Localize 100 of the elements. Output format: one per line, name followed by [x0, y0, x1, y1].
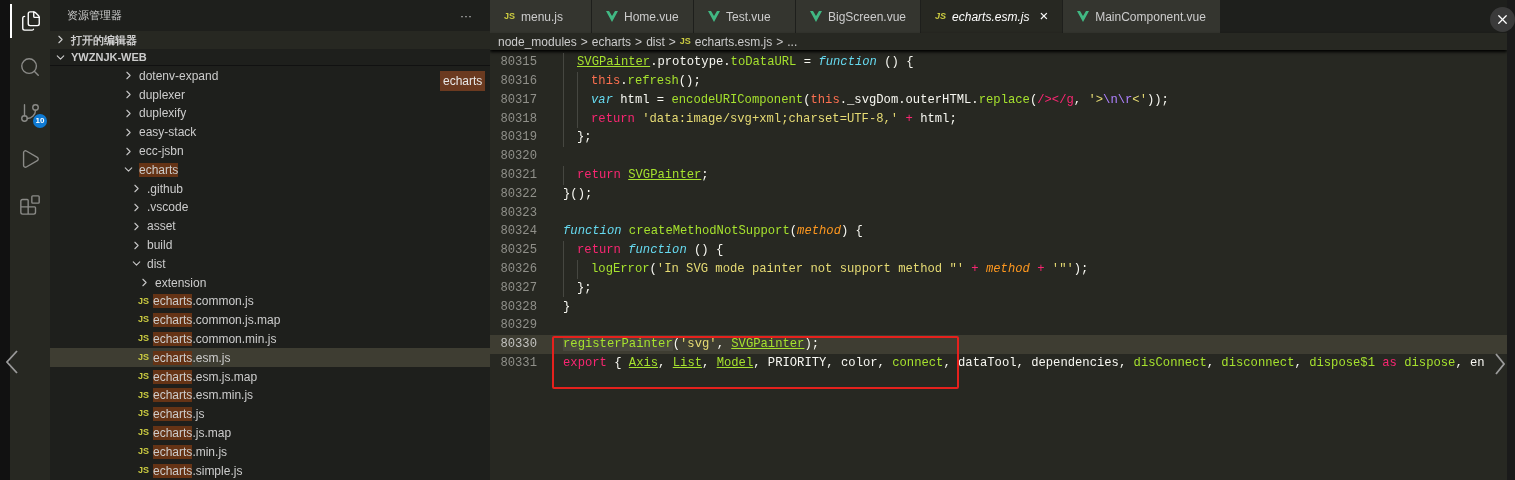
badge: 10	[33, 114, 47, 128]
folder-item[interactable]: .github	[50, 179, 192, 199]
js-file-icon: JS	[138, 313, 149, 327]
file-item[interactable]: JS echarts.common.js	[50, 292, 262, 311]
folder-item[interactable]: easy-stack	[50, 122, 205, 142]
files-icon	[20, 10, 42, 32]
scm-tab[interactable]: 10	[10, 96, 50, 130]
line-number: 80327	[499, 279, 538, 297]
line-number: 80331	[499, 355, 538, 372]
chevron-right-icon	[1495, 353, 1505, 375]
more-button[interactable]: ···	[460, 6, 472, 25]
close-icon	[1495, 12, 1510, 27]
code-line: }();	[563, 185, 593, 203]
breadcrumb-item[interactable]: ...	[787, 32, 798, 51]
folder-item[interactable]: build	[50, 235, 181, 255]
next-button[interactable]	[1495, 353, 1505, 375]
code-line: return SVGPainter;	[577, 167, 709, 185]
code-line: registerPainter('svg', SVGPainter);	[563, 336, 820, 354]
line-number: 80319	[499, 129, 538, 147]
editor-tab[interactable]: JS echarts.esm.js ×	[921, 0, 1064, 33]
line-number: 80315	[499, 54, 538, 72]
editor-tab[interactable]: JS menu.js	[490, 0, 592, 33]
code-line: }	[563, 298, 571, 316]
vue-icon	[606, 11, 618, 22]
js-file-icon: JS	[138, 369, 149, 384]
file-item[interactable]: JS echarts.js.map	[50, 423, 240, 443]
code-line: this.refresh();	[591, 73, 701, 91]
file-item[interactable]: JS echarts.esm.js	[50, 348, 490, 368]
editor-tab[interactable]: BigScreen.vue	[796, 0, 922, 33]
breadcrumb-separator: >	[668, 33, 676, 51]
breadcrumb-separator: >	[776, 33, 784, 51]
hover-tag: echarts	[440, 71, 486, 91]
line-number: 80328	[499, 298, 538, 316]
code-line: SVGPainter.prototype.toDataURL = function () {	[577, 54, 914, 72]
breadcrumb-item[interactable]: node_modules	[498, 32, 577, 51]
breadcrumb-separator: >	[635, 33, 643, 51]
folder-item[interactable]: duplexify	[50, 104, 195, 123]
line-number: 80322	[499, 185, 538, 203]
file-item[interactable]: JS echarts.esm.min.js	[50, 386, 262, 405]
explorer-title: 资源管理器	[67, 8, 122, 24]
editor-tab[interactable]: Test.vue	[694, 0, 796, 33]
file-item[interactable]: JS echarts.simple.js	[50, 461, 251, 480]
code-line: };	[577, 129, 592, 147]
folder-item[interactable]: extension	[50, 273, 215, 293]
js-file-icon: JS	[679, 34, 691, 49]
js-file-icon: JS	[138, 445, 149, 459]
line-number: 80329	[499, 317, 538, 335]
folder-item[interactable]: asset	[50, 216, 184, 236]
vue-icon	[810, 11, 822, 22]
code-line: function createMethodNotSupport(method) {	[563, 223, 863, 241]
line-number: 80330	[499, 336, 538, 354]
line-number: 80317	[499, 91, 538, 109]
line-number: 80318	[499, 110, 538, 128]
breadcrumb-item[interactable]: dist	[646, 32, 665, 51]
code-line: };	[577, 279, 592, 297]
line-number: 80320	[499, 148, 538, 166]
js-file-icon: JS	[138, 426, 149, 440]
breadcrumb-separator: >	[580, 33, 588, 51]
folder-item[interactable]: .vscode	[50, 198, 197, 217]
folder-item[interactable]: dotenv-expand	[50, 66, 227, 86]
line-number: 80325	[499, 242, 538, 260]
folder-item[interactable]: duplexer	[50, 85, 194, 105]
file-item[interactable]: JS echarts.esm.js.map	[50, 367, 266, 386]
vue-icon	[708, 11, 720, 22]
code-line: return function () {	[577, 242, 724, 260]
editor-tab[interactable]: MainComponent.vue	[1063, 0, 1221, 33]
js-file-icon: JS	[138, 351, 149, 365]
line-number: 80326	[499, 261, 538, 278]
folder-item[interactable]: ecc-jsbn	[50, 141, 192, 161]
breadcrumb-item[interactable]: JS echarts.esm.js	[679, 32, 773, 51]
file-item[interactable]: JS echarts.min.js	[50, 442, 236, 462]
js-file-icon: JS	[138, 463, 149, 478]
code-line: logError('In SVG mode painter not support method "' + method + '"');	[591, 261, 1089, 278]
js-file-icon: JS	[504, 9, 515, 24]
vue-icon	[1077, 11, 1090, 22]
line-number: 80324	[499, 223, 538, 241]
file-item[interactable]: JS echarts.common.min.js	[50, 329, 285, 349]
search-icon	[19, 56, 41, 78]
file-item[interactable]: JS echarts.js	[50, 404, 213, 424]
line-number: 80316	[499, 73, 538, 91]
extensions-icon	[19, 194, 41, 216]
folder-item[interactable]: echarts	[50, 160, 187, 180]
file-item[interactable]: JS echarts.common.js.map	[50, 310, 289, 330]
code-line: return 'data:image/svg+xml;charset=UTF-8,' + html;	[591, 110, 957, 128]
previous-button[interactable]	[6, 350, 18, 374]
code-line: var html = encodeURIComponent(this._svgDom.outerHTML.replace(/></g, '>\n\r<'));	[591, 91, 1169, 109]
line-number: 80323	[499, 204, 538, 222]
folder-item[interactable]: dist	[50, 254, 174, 274]
js-file-icon: JS	[138, 407, 149, 421]
editor-tab[interactable]: Home.vue	[592, 0, 694, 33]
js-file-icon: JS	[138, 332, 149, 346]
js-file-icon: JS	[138, 388, 149, 403]
line-number: 80321	[499, 167, 538, 185]
chevron-left-icon	[6, 350, 18, 374]
breadcrumb-item[interactable]: echarts	[591, 32, 632, 51]
code-line: export { Axis, List, Model, PRIORITY, color, connect, dataTool, dependencies, disConnect, disconnect, dispose$1 as dispose, en	[563, 355, 1485, 372]
js-file-icon: JS	[138, 294, 149, 309]
js-file-icon: JS	[935, 9, 947, 24]
section-header[interactable]: 打开的编辑器	[50, 31, 490, 49]
close-tab-button[interactable]: ×	[1039, 5, 1049, 28]
